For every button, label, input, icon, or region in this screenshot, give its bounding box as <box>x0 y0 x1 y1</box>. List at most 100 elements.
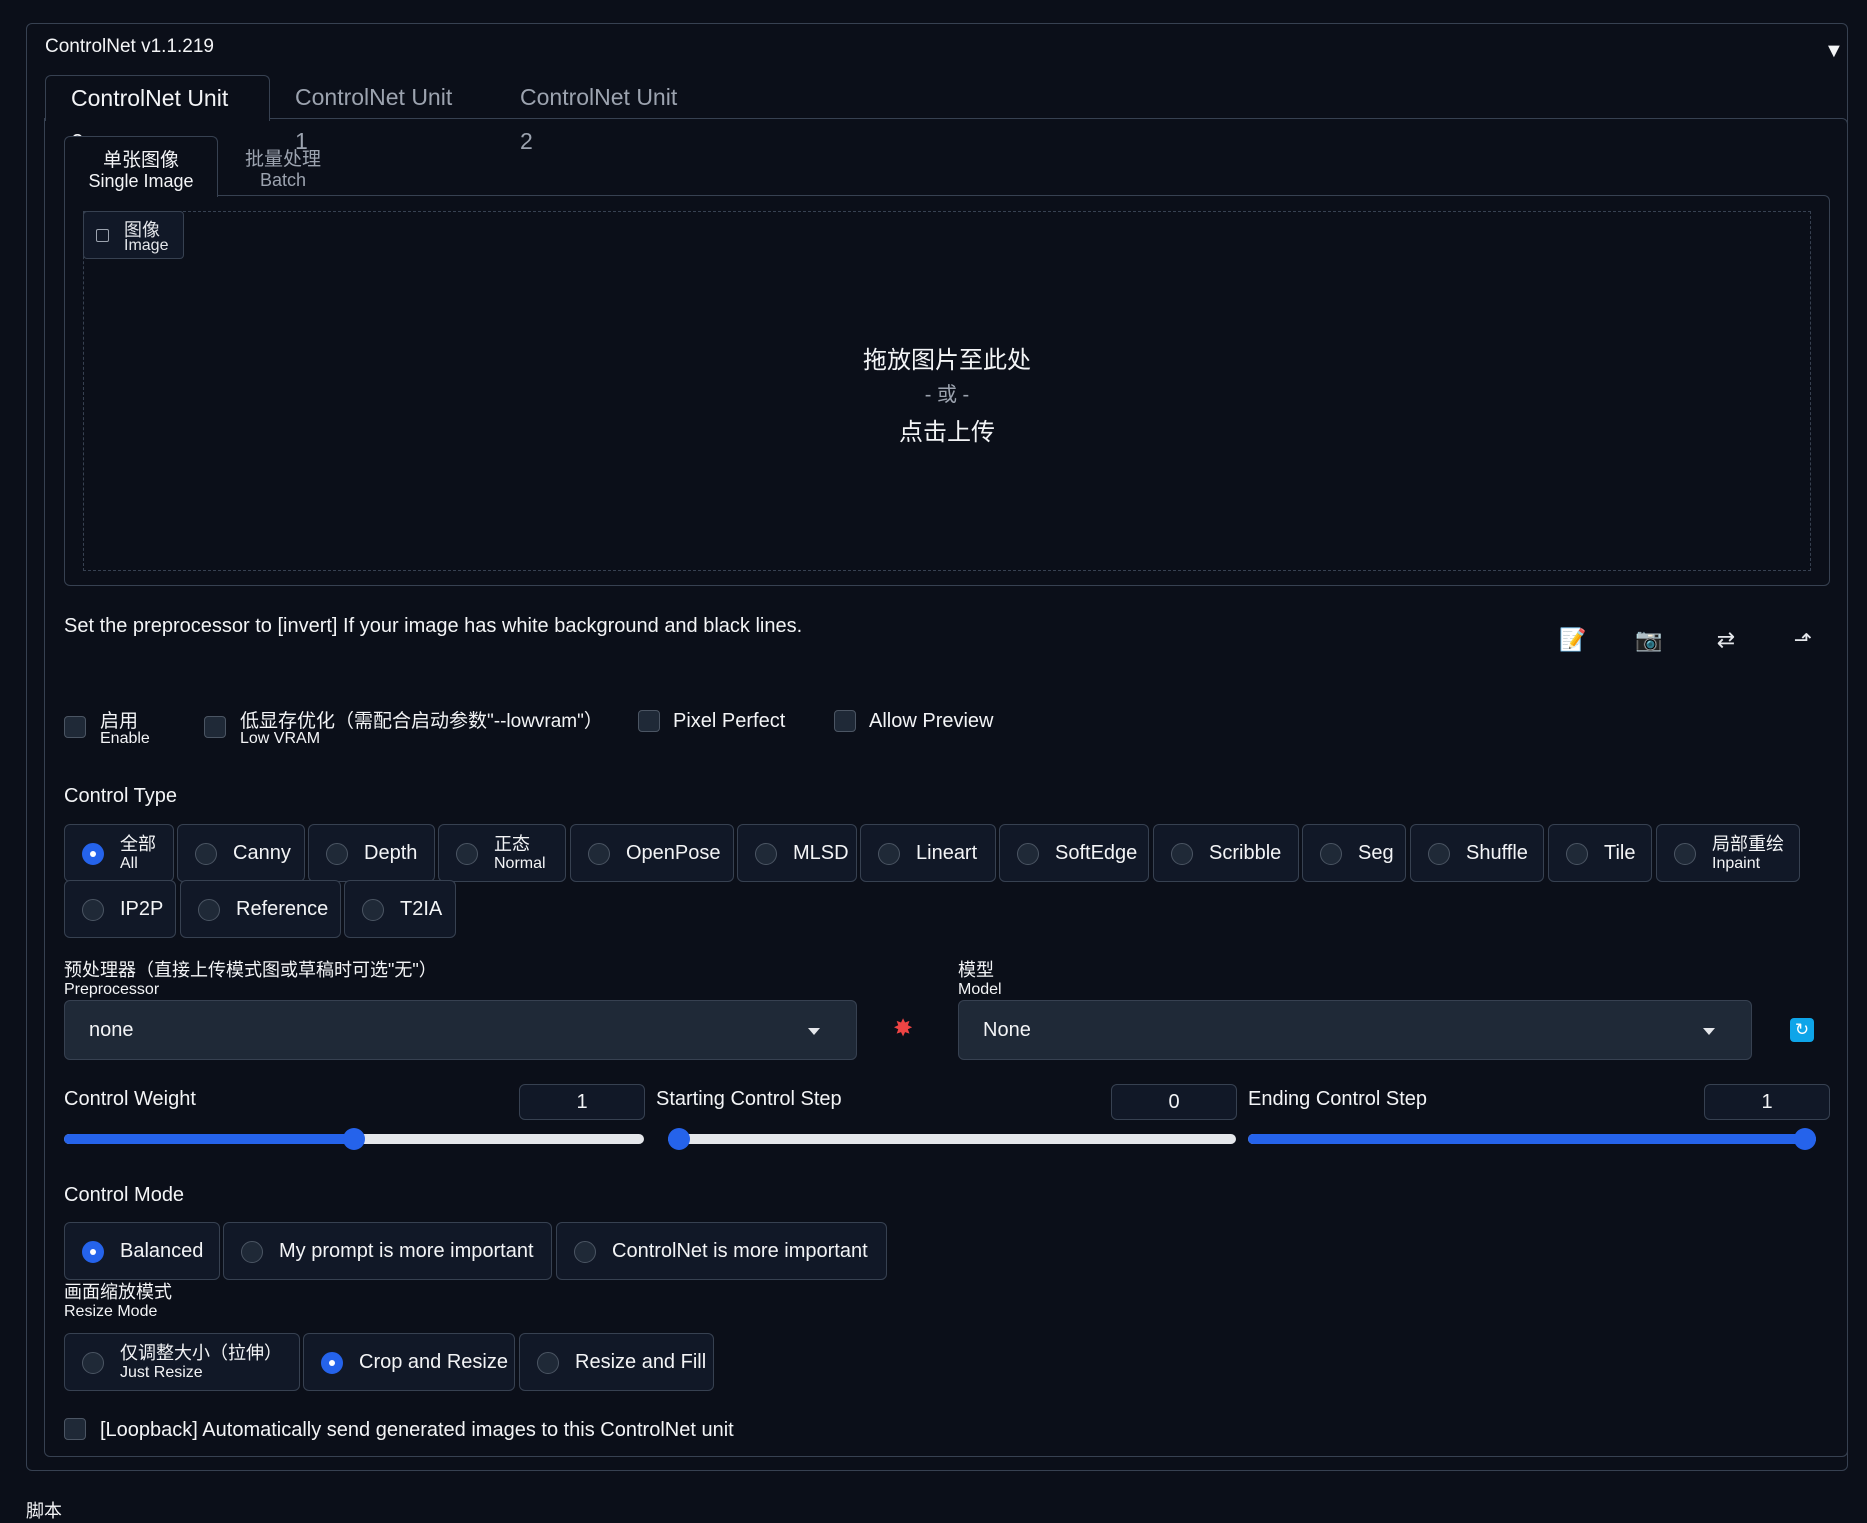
radio-icon <box>362 899 384 921</box>
radio-icon <box>1566 843 1588 865</box>
tab-batch[interactable]: 批量处理 Batch <box>218 136 348 196</box>
control-type-scribble[interactable]: Scribble <box>1153 824 1299 882</box>
starting-step-slider[interactable] <box>668 1128 1236 1150</box>
control-type-seg[interactable]: Seg <box>1302 824 1406 882</box>
control-type-shuffle[interactable]: Shuffle <box>1410 824 1544 882</box>
tab-single-image-en: Single Image <box>88 171 194 191</box>
resize-mode-just-resize[interactable]: 仅调整大小（拉伸） Just Resize <box>64 1333 300 1391</box>
chevron-down-icon <box>1703 1028 1715 1035</box>
radio-icon <box>588 843 610 865</box>
starting-step-input[interactable]: 0 <box>1111 1084 1237 1120</box>
control-type-t2ia[interactable]: T2IA <box>344 880 456 938</box>
enable-checkbox[interactable] <box>64 716 86 738</box>
control-type-ip2p-label: IP2P <box>120 898 164 920</box>
slider-thumb[interactable] <box>668 1128 690 1150</box>
control-type-inpaint-en: Inpaint <box>1712 855 1761 872</box>
slider-thumb[interactable] <box>1794 1128 1816 1150</box>
control-type-inpaint-cn: 局部重绘 <box>1712 834 1784 854</box>
swap-icon[interactable]: ⇄ <box>1709 625 1743 655</box>
radio-icon <box>755 843 777 865</box>
control-type-all[interactable]: 全部 All <box>64 824 174 882</box>
allow-preview-checkbox[interactable] <box>834 710 856 732</box>
control-weight-slider[interactable] <box>64 1128 644 1150</box>
control-type-reference[interactable]: Reference <box>180 880 341 938</box>
panel-title[interactable]: ControlNet v1.1.219 <box>45 36 214 58</box>
control-mode-label: Control Mode <box>64 1184 185 1206</box>
control-weight-input[interactable]: 1 <box>519 1084 645 1120</box>
dropzone-click-text[interactable]: 点击上传 <box>83 412 1811 447</box>
low-vram-label-en: Low VRAM <box>240 730 321 747</box>
radio-icon <box>241 1241 263 1263</box>
control-type-tile-label: Tile <box>1604 842 1636 864</box>
image-label: 图像 Image <box>83 211 184 259</box>
slider-fill <box>64 1134 354 1144</box>
tab-single-image[interactable]: 单张图像 Single Image <box>64 136 218 197</box>
control-mode-controlnet[interactable]: ControlNet is more important <box>556 1222 887 1280</box>
edit-icon[interactable]: 📝 <box>1556 625 1590 655</box>
collapse-icon[interactable]: ▼ <box>1824 40 1844 63</box>
control-type-mlsd[interactable]: MLSD <box>737 824 857 882</box>
loopback-checkbox[interactable] <box>64 1418 86 1440</box>
control-type-shuffle-label: Shuffle <box>1466 842 1528 864</box>
control-type-lineart[interactable]: Lineart <box>860 824 996 882</box>
pixel-perfect-checkbox[interactable] <box>638 710 660 732</box>
control-type-tile[interactable]: Tile <box>1548 824 1652 882</box>
enable-label-cn: 启用 <box>100 711 139 732</box>
radio-icon <box>1171 843 1193 865</box>
radio-icon <box>1674 843 1696 865</box>
control-type-all-cn: 全部 <box>120 834 156 854</box>
control-type-openpose-label: OpenPose <box>626 842 721 864</box>
control-type-softedge[interactable]: SoftEdge <box>999 824 1149 882</box>
tab-batch-cn: 批量处理 <box>244 149 321 170</box>
control-type-normal[interactable]: 正态 Normal <box>438 824 566 882</box>
low-vram-checkbox[interactable] <box>204 716 226 738</box>
send-dimensions-icon[interactable]: ⬏ <box>1786 625 1820 655</box>
control-type-openpose[interactable]: OpenPose <box>570 824 734 882</box>
control-type-normal-cn: 正态 <box>494 834 530 854</box>
model-label-cn: 模型 <box>958 960 994 980</box>
starting-step-label: Starting Control Step <box>656 1088 842 1110</box>
control-type-mlsd-label: MLSD <box>793 842 849 864</box>
model-select[interactable]: None <box>958 1000 1752 1060</box>
tab-single-image-cn: 单张图像 <box>102 150 179 171</box>
slider-thumb[interactable] <box>343 1128 365 1150</box>
control-type-canny-label: Canny <box>233 842 291 864</box>
radio-icon <box>878 843 900 865</box>
preprocessor-select[interactable]: none <box>64 1000 857 1060</box>
control-type-lineart-label: Lineart <box>916 842 978 864</box>
ending-step-slider[interactable] <box>1248 1128 1816 1150</box>
control-type-depth[interactable]: Depth <box>308 824 435 882</box>
image-icon <box>96 229 109 242</box>
ending-step-input[interactable]: 1 <box>1704 1084 1830 1120</box>
tab-unit-2[interactable]: ControlNet Unit 2 <box>495 75 720 154</box>
control-mode-controlnet-label: ControlNet is more important <box>612 1240 868 1262</box>
control-type-ip2p[interactable]: IP2P <box>64 880 176 938</box>
refresh-models-icon[interactable]: ↻ <box>1790 1018 1814 1042</box>
scripts-label: 脚本 <box>26 1501 62 1521</box>
resize-mode-resize-fill[interactable]: Resize and Fill <box>519 1333 714 1391</box>
control-mode-prompt[interactable]: My prompt is more important <box>223 1222 552 1280</box>
low-vram-label-cn: 低显存优化（需配合启动参数"--lowvram"） <box>240 711 603 732</box>
control-type-all-en: All <box>120 855 138 872</box>
control-type-seg-label: Seg <box>1358 842 1394 864</box>
radio-icon <box>1428 843 1450 865</box>
control-type-canny[interactable]: Canny <box>177 824 305 882</box>
tab-unit-1[interactable]: ControlNet Unit 1 <box>270 75 495 154</box>
control-type-label: Control Type <box>64 785 178 807</box>
tab-batch-en: Batch <box>259 170 307 190</box>
tab-unit-0[interactable]: ControlNet Unit 0 <box>45 75 270 155</box>
camera-icon[interactable]: 📷 <box>1632 625 1666 655</box>
dropzone-main-text: 拖放图片至此处 <box>863 347 1031 374</box>
resize-mode-crop-resize[interactable]: Crop and Resize <box>303 1333 515 1391</box>
control-type-normal-en: Normal <box>494 855 546 872</box>
radio-icon <box>195 843 217 865</box>
control-type-inpaint[interactable]: 局部重绘 Inpaint <box>1656 824 1800 882</box>
run-preprocessor-icon[interactable]: ✸ <box>893 1014 913 1043</box>
radio-icon <box>82 1352 104 1374</box>
slider-fill <box>1248 1134 1816 1144</box>
enable-label-en: Enable <box>100 730 150 747</box>
preprocessor-label-en: Preprocessor <box>64 981 160 998</box>
control-mode-balanced[interactable]: Balanced <box>64 1222 220 1280</box>
loopback-label: [Loopback] Automatically send generated … <box>100 1419 734 1441</box>
model-value: None <box>983 1019 1031 1041</box>
